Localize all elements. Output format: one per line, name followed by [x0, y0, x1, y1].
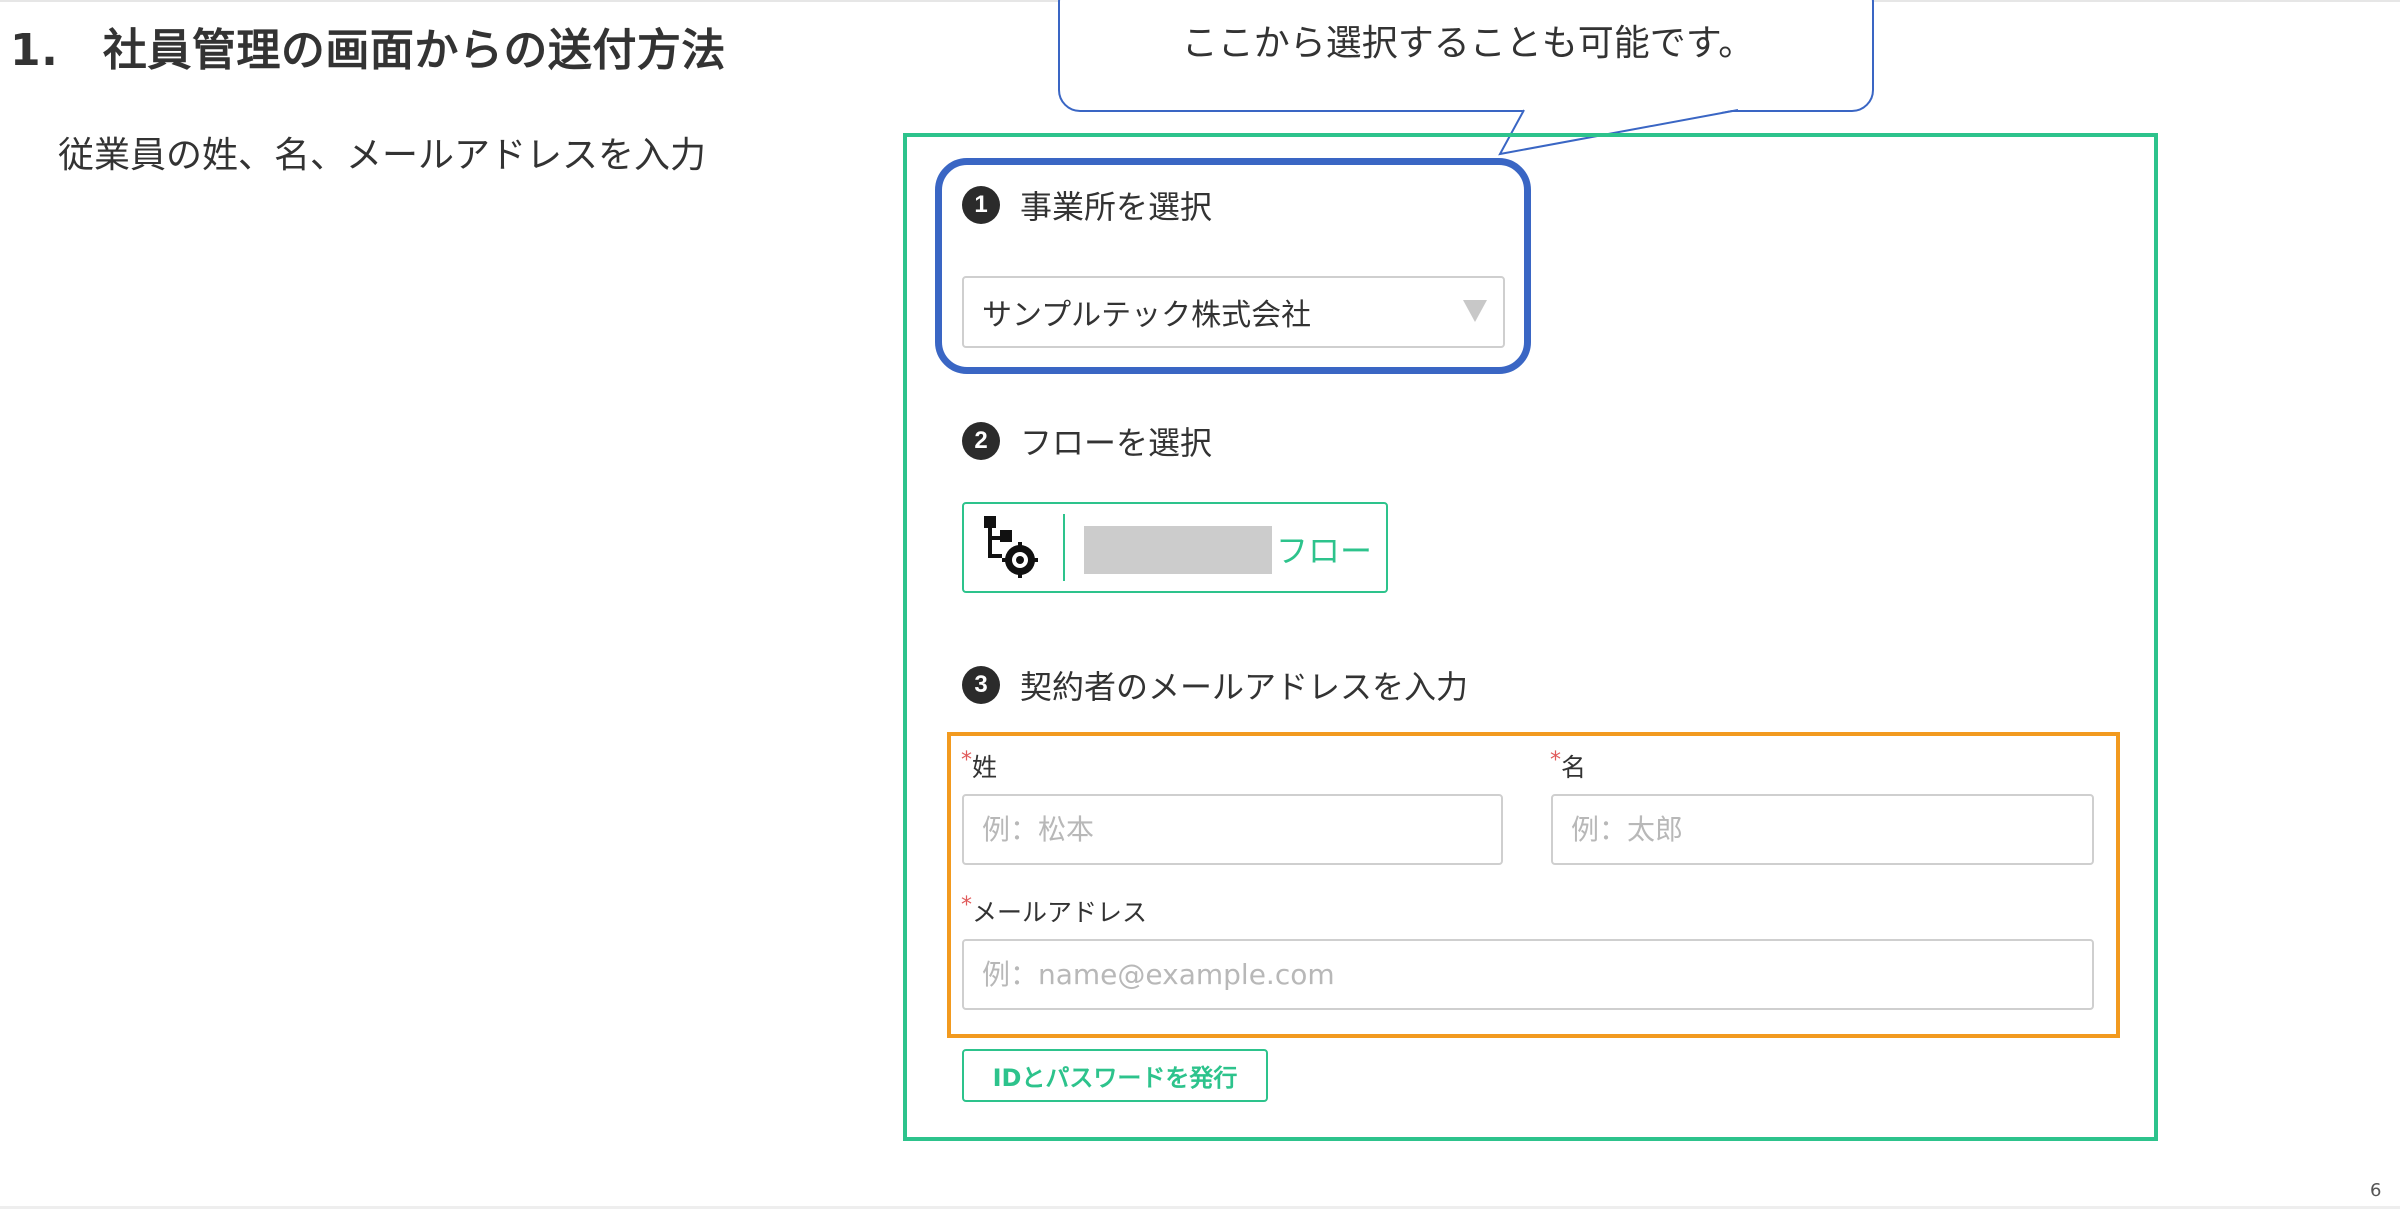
email-label-text: メールアドレス — [972, 898, 1148, 927]
slide-title: 1. 社員管理の画面からの送付方法 — [10, 25, 726, 76]
last-name-label-text: 姓 — [972, 753, 998, 782]
email-input[interactable] — [962, 939, 2094, 1010]
last-name-label: *姓 — [961, 748, 997, 784]
bottom-divider — [0, 1206, 2400, 1209]
page-number: 6 — [2370, 1180, 2382, 1201]
slide-subtitle: 従業員の姓、名、メールアドレスを入力 — [58, 135, 707, 176]
issue-id-password-button[interactable]: IDとパスワードを発行 — [962, 1049, 1268, 1102]
required-mark: * — [961, 893, 972, 918]
first-name-input[interactable] — [1551, 794, 2094, 865]
flow-select-button[interactable]: フロー — [962, 502, 1388, 593]
slide: 1. 社員管理の画面からの送付方法 従業員の姓、名、メールアドレスを入力 ここか… — [0, 0, 2400, 1210]
step-2-label: フローを選択 — [1020, 424, 1213, 462]
flow-button-label: フロー — [1276, 532, 1373, 570]
callout-text: ここから選択することも可能です。 — [1181, 23, 1755, 64]
required-mark: * — [1550, 748, 1561, 773]
callout-bubble: ここから選択することも可能です。 — [1058, 0, 1874, 112]
flow-settings-icon — [984, 516, 1038, 578]
step-3-number: 3 — [962, 666, 1000, 704]
first-name-label-text: 名 — [1561, 753, 1587, 782]
office-select[interactable]: サンプルテック株式会社 — [962, 276, 1505, 348]
step-3-header: 3 契約者のメールアドレスを入力 — [962, 662, 1468, 708]
chevron-down-icon[interactable] — [1463, 300, 1487, 322]
required-mark: * — [961, 748, 972, 773]
last-name-input[interactable] — [962, 794, 1503, 865]
flow-button-divider — [1063, 514, 1065, 581]
redacted-flow-name — [1084, 526, 1272, 574]
step-3-label: 契約者のメールアドレスを入力 — [1020, 668, 1469, 706]
email-label: *メールアドレス — [961, 893, 1147, 929]
step-2-header: 2 フローを選択 — [962, 418, 1212, 464]
office-select-value: サンプルテック株式会社 — [982, 298, 1312, 333]
first-name-label: *名 — [1550, 748, 1586, 784]
step-2-number: 2 — [962, 422, 1000, 460]
